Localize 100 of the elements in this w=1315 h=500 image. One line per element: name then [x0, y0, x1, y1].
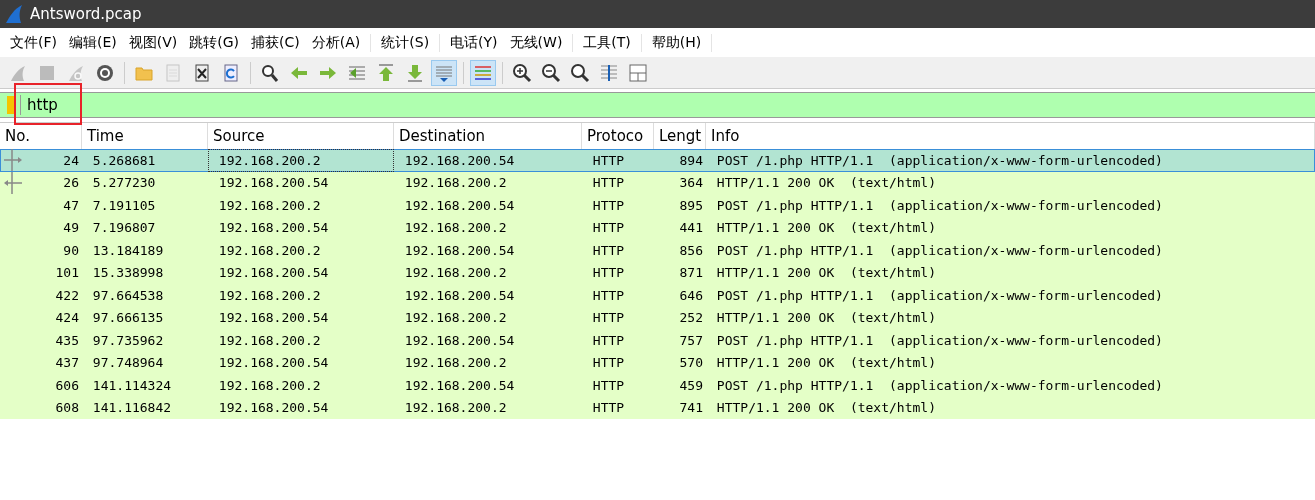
table-cell-text: HTTP: [591, 399, 626, 418]
table-cell-text: POST /1.php HTTP/1.1 (application/x-www-form-urlencoded): [715, 196, 1164, 215]
table-cell-text: 192.168.200.54: [217, 399, 330, 418]
table-cell-text: 192.168.200.2: [403, 399, 508, 418]
table-cell-text: 47: [62, 196, 80, 215]
bookmark-icon: [6, 95, 21, 115]
table-cell-text: 192.168.200.54: [217, 219, 330, 238]
table-cell-text: 871: [678, 264, 704, 283]
table-cell-text: 364: [678, 174, 704, 193]
table-cell-text: 757: [678, 331, 704, 350]
shark-fin-icon: [4, 4, 24, 24]
menu-item[interactable]: 工具(T): [577, 33, 642, 52]
document-icon: [163, 62, 183, 83]
packet-row[interactable]: 435 97.735962 192.168.200.2 192.168.200.54 HTTP 757 POST /1.php HTTP/1.1 (application/x-www-form-urlencoded): [0, 329, 1315, 352]
table-cell-text: 192.168.200.2: [217, 376, 322, 395]
table-cell-text: HTTP: [591, 174, 626, 193]
up-arrow-icon: [376, 62, 396, 83]
packet-row[interactable]: 47 7.191105 192.168.200.2 192.168.200.54 HTTP 895 POST /1.php HTTP/1.1 (application/x-www-form-urlencoded): [0, 194, 1315, 217]
menu-item[interactable]: 视图(V): [122, 33, 184, 52]
menu-item[interactable]: 编辑(E): [63, 33, 123, 52]
window-title: Antsword.pcap: [30, 5, 142, 23]
table-cell-text: 7.196807: [91, 219, 157, 238]
table-cell-text: 437: [54, 354, 80, 373]
table-cell-text: 5.268681: [91, 151, 157, 170]
layout-icon: [628, 62, 648, 83]
table-cell-text: 192.168.200.54: [403, 196, 516, 215]
table-cell-text: 441: [678, 219, 704, 238]
table-cell-text: HTTP: [591, 151, 626, 170]
table-cell: 24: [0, 149, 82, 172]
table-cell-text: 192.168.200.54: [403, 151, 516, 170]
packet-row[interactable]: 608 141.116842 192.168.200.54 192.168.200.2 HTTP 741 HTTP/1.1 200 OK (text/html): [0, 396, 1315, 419]
table-cell-text: HTTP/1.1 200 OK (text/html): [715, 399, 937, 418]
menu-item[interactable]: 电话(Y): [444, 33, 504, 52]
menu-item[interactable]: 统计(S): [375, 33, 441, 52]
zoom-reset-icon: [570, 62, 590, 83]
table-cell-text: 895: [678, 196, 704, 215]
packet-row[interactable]: 90 13.184189 192.168.200.2 192.168.200.54 HTTP 856 POST /1.php HTTP/1.1 (application/x-www-form-urlencoded): [0, 239, 1315, 262]
table-cell-text: 424: [54, 309, 80, 328]
table-cell-text: HTTP: [591, 331, 626, 350]
table-cell-text: POST /1.php HTTP/1.1 (application/x-www-form-urlencoded): [715, 151, 1164, 170]
packet-row[interactable]: 606 141.114324 192.168.200.2 192.168.200.54 HTTP 459 POST /1.php HTTP/1.1 (application/x-www-form-urlencoded): [0, 374, 1315, 397]
table-cell-text: 192.168.200.54: [217, 309, 330, 328]
table-cell-text: 192.168.200.54: [403, 331, 516, 350]
table-cell-text: HTTP/1.1 200 OK (text/html): [715, 219, 937, 238]
table-cell-text: 192.168.200.2: [217, 331, 322, 350]
table-cell-text: POST /1.php HTTP/1.1 (application/x-www-form-urlencoded): [715, 286, 1164, 305]
table-cell-text: HTTP: [591, 219, 626, 238]
packet-row[interactable]: 26 5.277230 192.168.200.54 192.168.200.2 HTTP 364 HTTP/1.1 200 OK (text/html): [0, 171, 1315, 194]
packet-row[interactable]: 424 97.666135 192.168.200.54 192.168.200.2 HTTP 252 HTTP/1.1 200 OK (text/html): [0, 306, 1315, 329]
table-cell-text: HTTP: [591, 196, 626, 215]
table-cell-text: HTTP/1.1 200 OK (text/html): [715, 264, 937, 283]
menu-item[interactable]: 帮助(H): [645, 33, 713, 52]
table-cell-text: 141.114324: [91, 376, 173, 395]
table-cell-text: POST /1.php HTTP/1.1 (application/x-www-form-urlencoded): [715, 331, 1164, 350]
table-cell-text: 13.184189: [91, 241, 165, 260]
table-cell-text: 5.277230: [91, 174, 157, 193]
packet-row[interactable]: 437 97.748964 192.168.200.54 192.168.200.2 HTTP 570 HTTP/1.1 200 OK (text/html): [0, 351, 1315, 374]
table-cell-text: 192.168.200.54: [403, 286, 516, 305]
table-cell: 26: [0, 171, 82, 194]
menu-item[interactable]: 捕获(C): [245, 33, 306, 52]
table-cell-text: HTTP: [591, 264, 626, 283]
table-cell-text: 97.666135: [91, 309, 165, 328]
table-cell-text: 15.338998: [91, 264, 165, 283]
table-cell: 192.168.200.2: [208, 149, 394, 172]
table-cell-text: 141.116842: [91, 399, 173, 418]
table-cell-text: 90: [62, 241, 80, 260]
table-cell-text: 192.168.200.2: [403, 354, 508, 373]
packet-row[interactable]: 24 5.268681 192.168.200.2 192.168.200.54 HTTP 894 POST /1.php HTTP/1.1 (application/x-www-form-urlencoded): [0, 149, 1315, 172]
table-cell-text: 192.168.200.54: [403, 241, 516, 260]
table-cell-text: 459: [678, 376, 704, 395]
table-cell-text: 192.168.200.2: [403, 309, 508, 328]
table-cell-text: 435: [54, 331, 80, 350]
table-cell-text: 422: [54, 286, 80, 305]
packet-row[interactable]: 422 97.664538 192.168.200.2 192.168.200.54 HTTP 646 POST /1.php HTTP/1.1 (application/x-www-form-urlencoded): [0, 284, 1315, 307]
packet-row[interactable]: 101 15.338998 192.168.200.54 192.168.200.2 HTTP 871 HTTP/1.1 200 OK (text/html): [0, 261, 1315, 284]
menu-item[interactable]: 分析(A): [305, 33, 372, 52]
table-cell-text: 192.168.200.54: [217, 264, 330, 283]
zoom-out-icon: [541, 62, 561, 83]
table-cell-text: 97.664538: [91, 286, 165, 305]
table-cell-text: HTTP/1.1 200 OK (text/html): [715, 174, 937, 193]
settings-icon: [95, 62, 115, 83]
menu-item[interactable]: 无线(W): [503, 33, 574, 52]
table-cell-text: 570: [678, 354, 704, 373]
table-cell-text: 608: [54, 399, 80, 418]
table-cell-text: HTTP/1.1 200 OK (text/html): [715, 354, 937, 373]
table-cell-text: 856: [678, 241, 704, 260]
table-cell-text: 7.191105: [91, 196, 157, 215]
display-filter-field[interactable]: http: [0, 92, 1315, 118]
table-cell-text: 252: [678, 309, 704, 328]
packet-row[interactable]: 49 7.196807 192.168.200.54 192.168.200.2 HTTP 441 HTTP/1.1 200 OK (text/html): [0, 216, 1315, 239]
table-cell-text: 894: [678, 151, 704, 170]
column-resize-icon: [599, 62, 619, 83]
table-cell-text: HTTP/1.1 200 OK (text/html): [715, 309, 937, 328]
menu-item[interactable]: 文件(F): [4, 33, 63, 52]
menu-item[interactable]: 跳转(G): [183, 33, 246, 52]
down-arrow-icon: [405, 62, 425, 83]
table-cell-text: 192.168.200.2: [217, 196, 322, 215]
table-cell-text: HTTP: [591, 241, 626, 260]
table-cell-text: 192.168.200.54: [403, 376, 516, 395]
table-cell-text: 646: [678, 286, 704, 305]
